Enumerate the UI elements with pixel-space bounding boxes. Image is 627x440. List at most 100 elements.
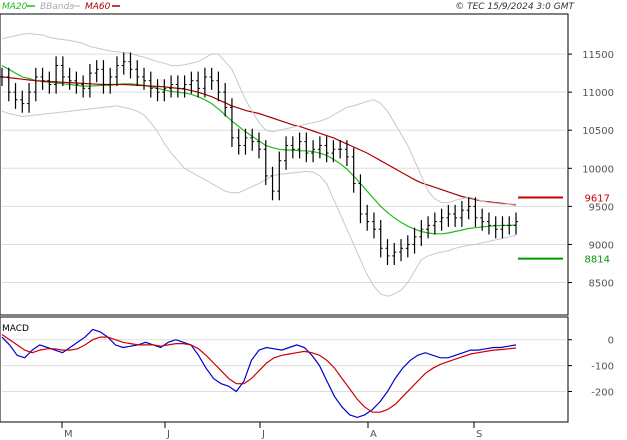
macd-tick-label: 0 — [608, 336, 614, 347]
macd-y-axis-ticks: 0 -100 -200 — [568, 336, 614, 399]
price-bar — [514, 212, 518, 235]
price-bar — [473, 197, 478, 227]
price-bars — [0, 52, 518, 266]
main-tick-label: 8500 — [589, 279, 614, 290]
price-bar — [371, 212, 376, 239]
main-tick-label: 10500 — [582, 126, 614, 137]
price-bar — [412, 227, 417, 254]
price-bar — [277, 151, 282, 201]
price-bar — [216, 71, 221, 102]
macd-panel-label: MACD — [2, 324, 29, 334]
price-bar — [284, 136, 289, 170]
price-bar — [169, 75, 174, 98]
price-marker-label: 8814 — [585, 255, 610, 266]
price-bar — [426, 216, 431, 239]
price-bar — [108, 67, 113, 94]
price-bar — [297, 132, 302, 159]
price-bar — [250, 128, 255, 151]
macd-series-lines — [1, 328, 517, 419]
price-markers: 9617 8814 — [518, 193, 610, 266]
signal-line — [1, 334, 517, 413]
price-bar — [121, 52, 126, 75]
price-bar — [175, 75, 180, 98]
price-bar — [500, 216, 505, 239]
x-tick-label: S — [476, 429, 482, 440]
x-axis: MJJAS — [61, 422, 482, 440]
main-series-lines — [1, 32, 517, 297]
price-bar — [40, 67, 45, 90]
price-bar — [135, 60, 140, 87]
price-bar — [20, 90, 25, 113]
price-bar — [385, 239, 390, 266]
price-bar — [128, 52, 133, 79]
macd-panel-frame — [0, 316, 569, 423]
bbands-upper-line — [1, 32, 516, 205]
copyright-text: © TEC 15/9/2024 3:0 GMT — [455, 2, 575, 12]
price-bar — [67, 67, 72, 90]
macd-line — [1, 328, 517, 419]
price-bar — [101, 60, 106, 94]
price-bar — [114, 56, 119, 87]
price-bar — [466, 197, 471, 220]
stock-chart: MA20 BBands MA60 © TEC 15/9/2024 3:0 GMT… — [0, 2, 614, 440]
main-gridlines — [2, 53, 566, 284]
price-bar — [507, 216, 512, 235]
price-bar — [257, 132, 261, 159]
price-bar — [399, 239, 404, 262]
price-bar — [60, 56, 65, 87]
price-bar — [54, 56, 59, 94]
price-bar — [142, 67, 147, 90]
main-y-axis-ticks: 85009000950010000105001100011500 — [568, 50, 614, 290]
price-bar — [6, 67, 11, 102]
price-bar — [486, 212, 491, 235]
ma60-legend-label: MA60 — [85, 2, 111, 12]
x-tick-label: M — [64, 429, 73, 440]
price-bar — [148, 71, 153, 98]
price-bar — [290, 136, 295, 159]
ma20-legend-label: MA20 — [2, 2, 28, 12]
price-bar — [13, 83, 18, 109]
price-bar — [338, 140, 343, 159]
price-bar — [446, 204, 451, 227]
x-tick-label: J — [166, 429, 170, 440]
macd-tick-label: -100 — [591, 362, 614, 373]
price-bar — [304, 132, 309, 163]
price-bar — [182, 75, 187, 98]
price-bar — [459, 201, 464, 227]
price-bar — [155, 79, 160, 102]
macd-tick-label: -200 — [591, 388, 614, 399]
price-bar — [453, 204, 458, 227]
price-marker-label: 9617 — [585, 193, 610, 204]
price-bar — [270, 166, 275, 201]
price-bar — [432, 212, 437, 235]
price-bar — [405, 235, 410, 258]
price-bar — [236, 128, 241, 155]
main-panel-frame — [0, 13, 569, 316]
price-bar — [324, 136, 329, 163]
price-bar — [196, 71, 201, 98]
price-bar — [378, 220, 383, 258]
price-bar — [392, 242, 397, 266]
price-bar — [94, 60, 99, 83]
main-tick-label: 9000 — [589, 240, 614, 251]
macd-gridlines — [2, 339, 566, 393]
main-tick-label: 10000 — [582, 164, 614, 175]
main-tick-label: 11000 — [582, 88, 614, 99]
price-bar — [223, 83, 228, 117]
main-tick-label: 11500 — [582, 50, 614, 61]
x-tick-label: J — [261, 429, 265, 440]
price-bar — [351, 147, 356, 193]
price-bar — [33, 67, 38, 102]
price-bar — [209, 67, 214, 90]
price-bar — [0, 67, 4, 87]
price-bar — [317, 136, 322, 159]
x-tick-label: A — [370, 429, 377, 440]
price-bar — [365, 204, 370, 231]
bbands-legend-label: BBands — [40, 2, 74, 12]
price-bar — [27, 83, 32, 113]
price-bar — [263, 140, 268, 186]
price-bar — [202, 67, 207, 98]
price-bar — [439, 208, 444, 231]
price-bar — [419, 220, 424, 246]
price-bar — [493, 216, 498, 239]
